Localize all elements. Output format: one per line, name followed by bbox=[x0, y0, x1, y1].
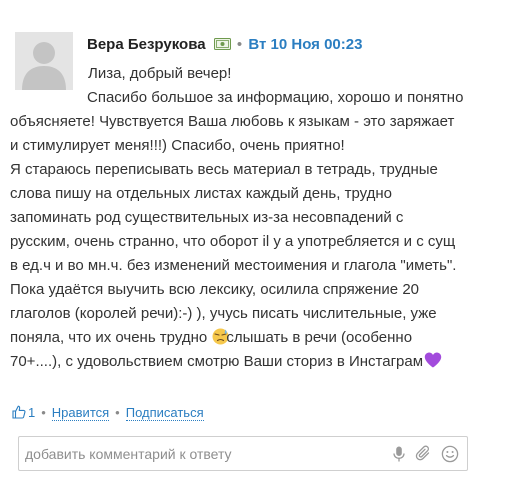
comment-line-with-emoji: поняла, что их очень трудно слышать в ре… bbox=[10, 326, 510, 350]
comment-actions: 1 • Нравится • Подписаться bbox=[12, 403, 204, 423]
comment-line: русским, очень странно, что оборот il y … bbox=[10, 233, 456, 250]
comment-line: Пока удаётся выучить всю лексику, осилил… bbox=[10, 281, 420, 298]
comment-line: слова пишу на отдельных листах каждый де… bbox=[10, 185, 392, 202]
author-name[interactable]: Вера Безрукова bbox=[87, 36, 206, 53]
comment-line: в ед.ч и во мн.ч. без изменений местоиме… bbox=[10, 257, 457, 274]
comment-header: Вера Безрукова • Вт 10 Ноя 00:23 bbox=[87, 35, 362, 55]
like-count: 1 bbox=[28, 405, 36, 420]
certificate-badge-icon bbox=[213, 36, 231, 50]
comment-line: объясняете! Чувствуется Ваша любовь к яз… bbox=[10, 113, 455, 130]
paperclip-icon[interactable] bbox=[415, 445, 433, 463]
thumbs-up-icon[interactable] bbox=[12, 405, 26, 419]
comment-line: Спасибо большое за информацию, хорошо и … bbox=[87, 89, 464, 106]
comment-line-part: поняла, что их очень трудно bbox=[10, 329, 208, 346]
microphone-icon[interactable] bbox=[390, 445, 408, 463]
actions-separator: • bbox=[41, 405, 46, 420]
header-separator: • bbox=[236, 36, 243, 53]
comment-card: Вера Безрукова • Вт 10 Ноя 00:23 Лиза, д… bbox=[0, 0, 517, 482]
comment-line: запоминать род существительных из-за нес… bbox=[10, 209, 404, 226]
actions-separator: • bbox=[115, 405, 120, 420]
comment-line: глаголов (королей речи):-) ), учусь писа… bbox=[10, 305, 437, 322]
comment-datetime[interactable]: Вт 10 Ноя 00:23 bbox=[248, 36, 362, 53]
comment-line: Я стараюсь переписывать весь материал в … bbox=[10, 161, 438, 178]
comment-line-part: слышать в речи (особенно bbox=[226, 329, 413, 346]
reply-input[interactable] bbox=[25, 444, 385, 464]
like-button[interactable]: Нравится bbox=[51, 405, 110, 421]
comment-line: Лиза, добрый вечер! bbox=[88, 65, 232, 82]
comment-line-with-emoji: 70+....), с удовольствием смотрю Ваши ст… bbox=[10, 350, 510, 374]
smiley-icon[interactable] bbox=[441, 445, 459, 463]
purple-heart-emoji-icon bbox=[424, 352, 442, 368]
reply-box bbox=[18, 436, 468, 471]
comment-line: и стимулирует меня!!!) Спасибо, очень пр… bbox=[10, 137, 345, 154]
subscribe-button[interactable]: Подписаться bbox=[125, 405, 204, 421]
comment-line-part: 70+....), с удовольствием смотрю Ваши ст… bbox=[10, 353, 424, 370]
comment-body: Лиза, добрый вечер! Спасибо большое за и… bbox=[10, 62, 510, 374]
